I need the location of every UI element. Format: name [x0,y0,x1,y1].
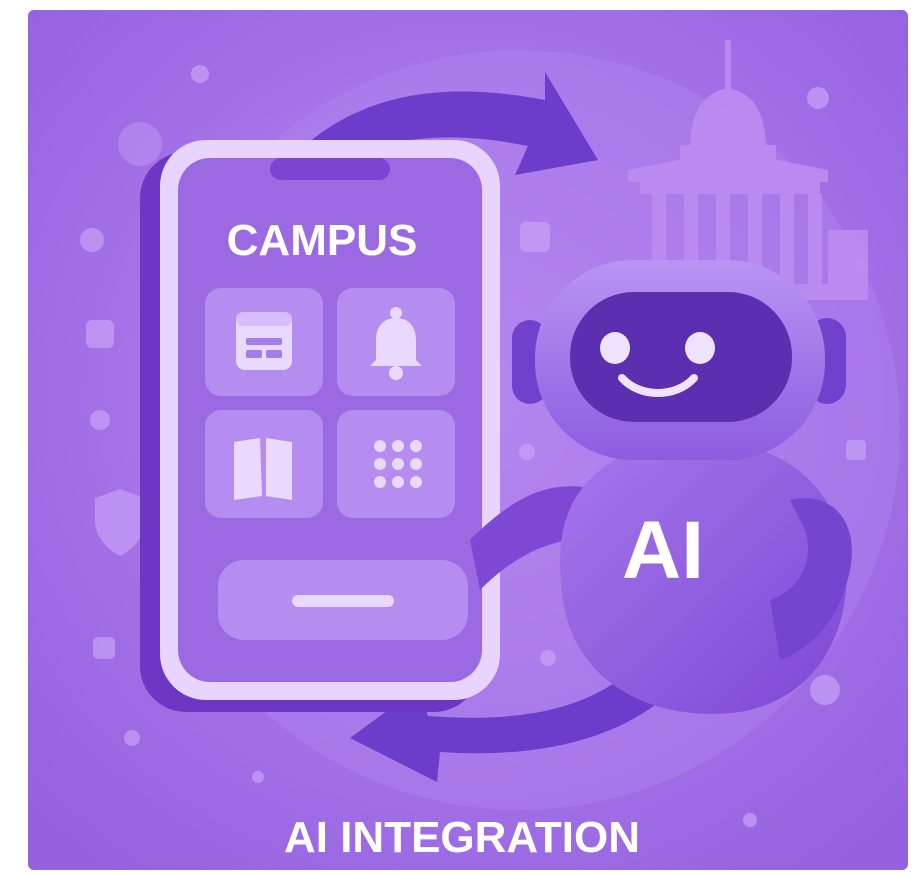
calendar-icon [236,312,292,370]
phone-title: CAMPUS [227,216,418,265]
button-bar [292,595,394,607]
grid-icon [374,440,422,488]
app-tile-library[interactable] [205,410,323,518]
illustration: CAMPUS AI AI INTEGRATION [0,0,923,875]
robot-badge: AI [622,505,704,596]
robot-eye-left [600,332,630,364]
app-tile-calendar[interactable] [205,288,323,396]
robot-eye-right [685,332,715,364]
caption: AI INTEGRATION [284,813,640,862]
app-tile-notifications[interactable] [337,288,455,396]
phone-notch [270,158,390,180]
app-tile-apps[interactable] [337,410,455,518]
phone-action-button[interactable] [218,560,468,640]
